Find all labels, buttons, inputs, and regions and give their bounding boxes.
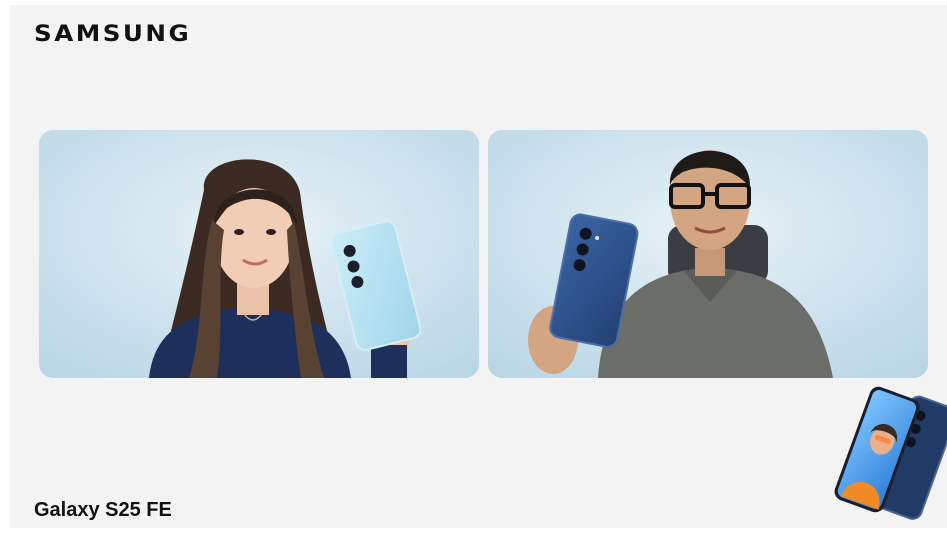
video-panel-right: [488, 130, 928, 378]
presenter-left-video: [39, 130, 479, 378]
slide-canvas: SAMSUNG Galaxy S25 FE: [10, 5, 947, 528]
phone-product-image: [834, 386, 947, 520]
presentation-frame: SAMSUNG Galaxy S25 FE: [0, 0, 947, 533]
presenter-right-video: [488, 130, 928, 378]
product-name: Galaxy S25 FE: [34, 499, 172, 521]
samsung-logo: SAMSUNG: [34, 22, 192, 47]
video-panel-left: [39, 130, 479, 378]
